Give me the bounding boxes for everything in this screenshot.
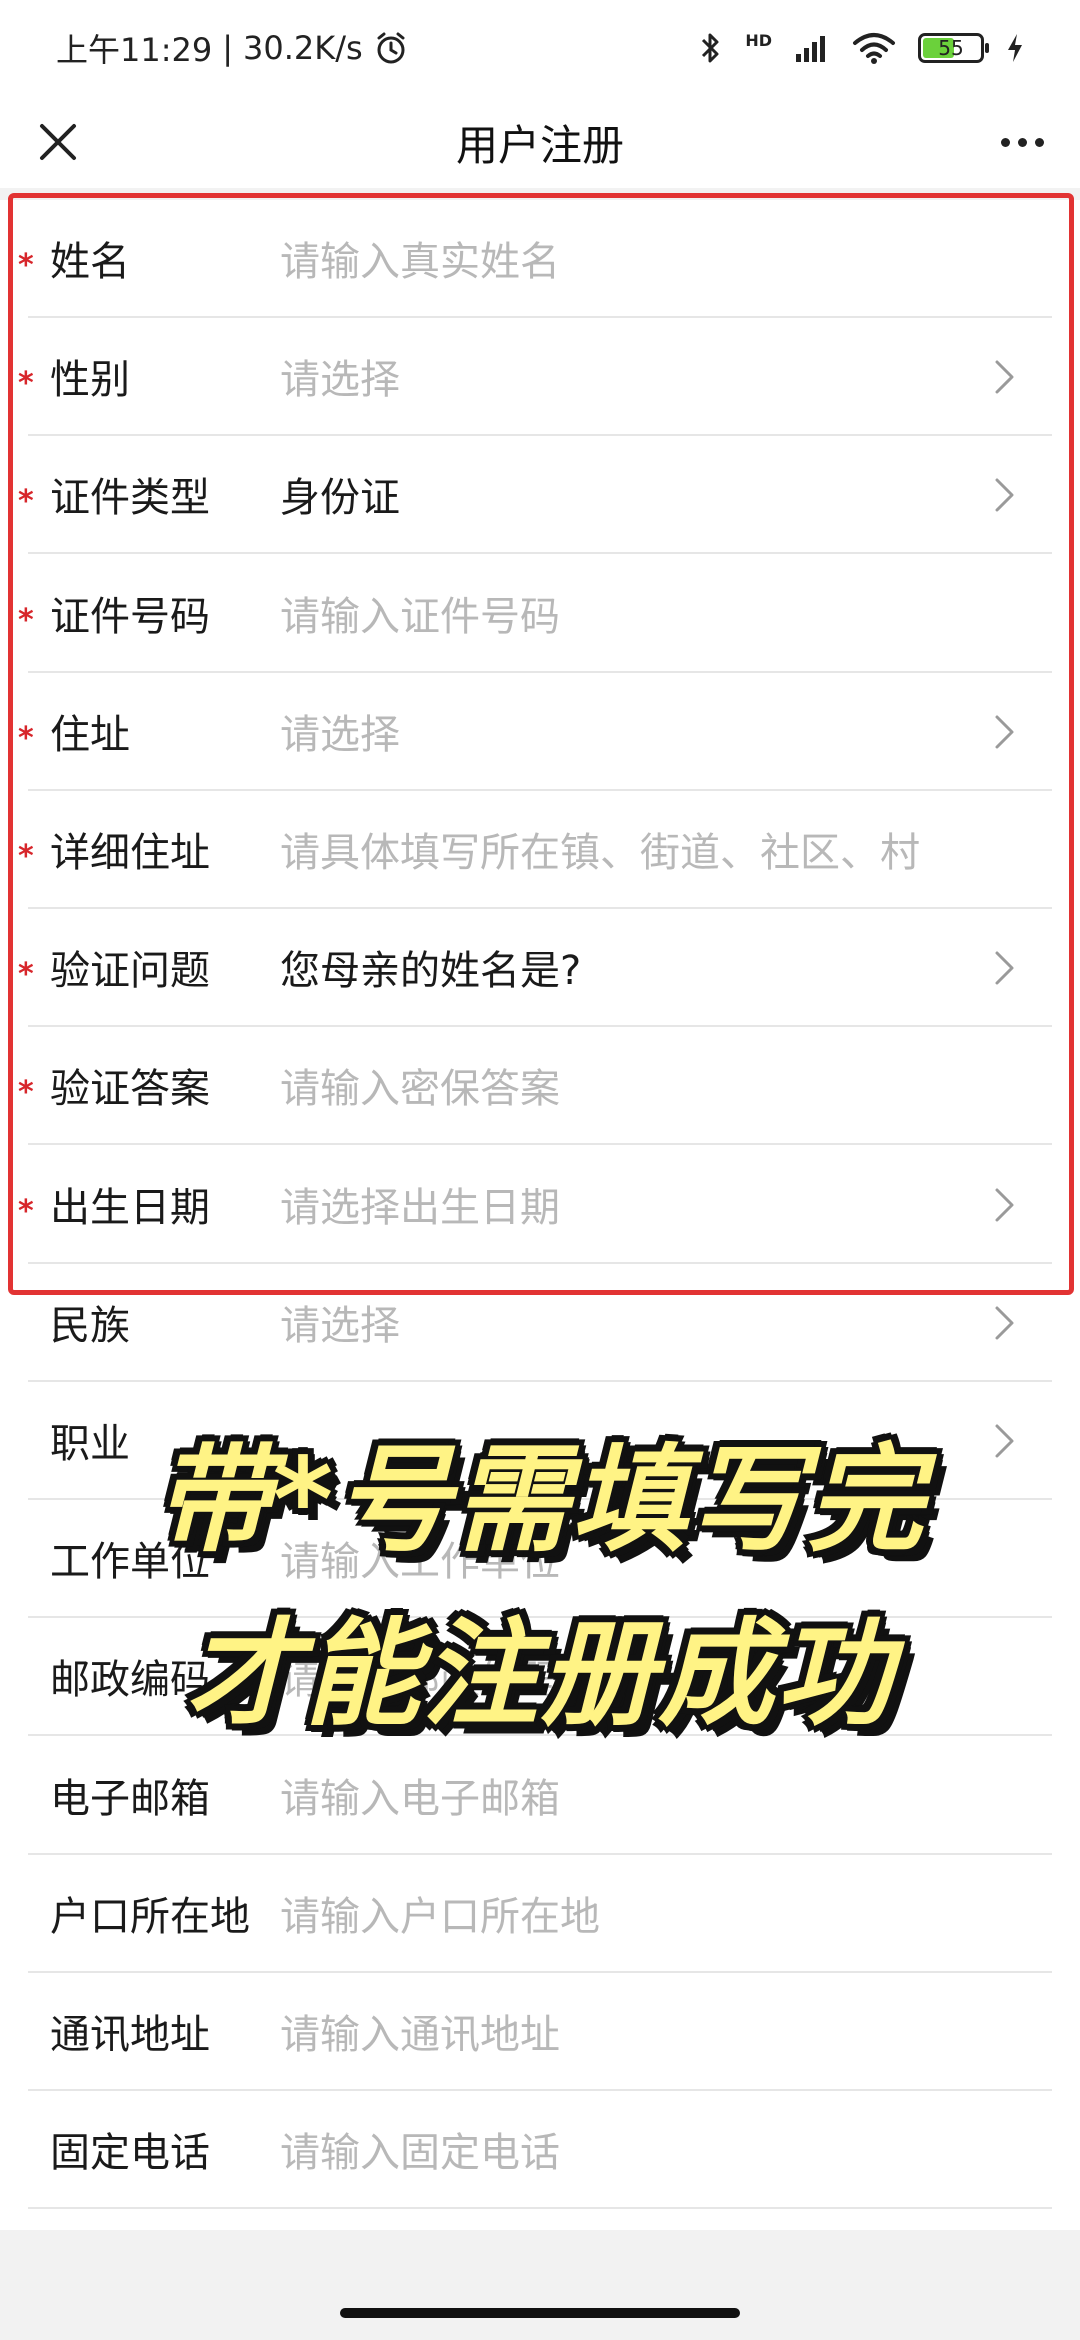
field-label: 住址 (50, 711, 130, 758)
field-input[interactable]: 请输入电子邮箱 (280, 1766, 560, 1824)
field-label: 电子邮箱 (50, 1775, 210, 1822)
field-select[interactable]: 请选择 (280, 1293, 400, 1351)
alarm-icon (377, 32, 405, 64)
field-label: 出生日期 (50, 1184, 210, 1231)
field-input[interactable]: 请具体填写所在镇、街道、社区、村 (280, 820, 920, 878)
required-asterisk: * (18, 248, 34, 283)
field-label: 通讯地址 (50, 2012, 210, 2058)
required-asterisk: * (18, 1075, 34, 1111)
field-label: 户口所在地 (50, 1893, 250, 1940)
bluetooth-icon (702, 33, 719, 63)
form-row[interactable]: * 住址 请选择 (18, 673, 1052, 791)
field-select[interactable]: 您母亲的姓名是? (280, 938, 581, 996)
required-asterisk: * (18, 839, 34, 874)
field-input[interactable]: 请输入证件号码 (280, 584, 560, 642)
form-row[interactable]: 户口所在地 请输入户口所在地 (28, 1855, 1052, 1973)
field-label: 验证答案 (50, 1066, 210, 1113)
more-options-icon[interactable] (994, 114, 1050, 170)
overlay-caption-line1: 带*号需填写完 (154, 1433, 926, 1568)
field-input[interactable]: 请输入密保答案 (280, 1056, 560, 1114)
form-row[interactable]: * 证件类型 身份证 (18, 436, 1052, 555)
required-asterisk: * (18, 366, 34, 402)
battery-icon: 55 (918, 33, 989, 63)
network-type-label: HD (745, 31, 772, 50)
form-row[interactable]: * 详细住址 请具体填写所在镇、街道、社区、村 (18, 791, 1052, 909)
field-select[interactable]: 请选择 (280, 347, 400, 405)
status-right: HD 55 (699, 30, 1024, 66)
form-row[interactable]: 电子邮箱 请输入电子邮箱 (28, 1737, 1052, 1855)
required-asterisk: * (18, 1193, 34, 1229)
more-dot (1000, 137, 1010, 147)
wifi-icon (853, 33, 895, 64)
chevron-right-icon (995, 360, 1014, 394)
status-bar: 上午11:29 | 30.2K/s HD 55 (0, 0, 1080, 96)
field-select[interactable]: 身份证 (280, 465, 400, 523)
status-left: 上午11:29 | 30.2K/s (56, 25, 409, 71)
required-asterisk: * (18, 720, 34, 756)
field-input[interactable]: 请输入通讯地址 (280, 2002, 560, 2060)
form-row[interactable]: * 出生日期 请选择出生日期 (18, 1146, 1052, 1264)
form-row[interactable]: 民族 请选择 (28, 1264, 1052, 1382)
close-icon[interactable] (30, 114, 86, 170)
field-select[interactable]: 请选择出生日期 (280, 1175, 560, 1233)
chevron-right-icon (995, 1306, 1014, 1340)
overlay-caption-line2: 才能注册成功 (186, 1607, 894, 1742)
form-row[interactable]: * 验证问题 您母亲的姓名是? (18, 909, 1052, 1028)
signal-icon (796, 36, 825, 62)
more-dot (1017, 137, 1027, 147)
page-title: 用户注册 (455, 120, 624, 170)
required-asterisk: * (18, 484, 34, 520)
form-row[interactable]: 通讯地址 请输入通讯地址 (28, 1973, 1052, 2091)
required-asterisk: * (18, 602, 34, 638)
form-row[interactable]: 固定电话 请输入固定电话 (28, 2091, 1052, 2210)
nav-bar: 用户注册 (0, 96, 1080, 188)
form-row[interactable]: * 姓名 请输入真实姓名 (18, 200, 1052, 318)
status-time: 上午11:29 (56, 31, 213, 69)
form-row[interactable]: * 验证答案 请输入密保答案 (18, 1027, 1052, 1146)
home-indicator[interactable] (340, 2308, 740, 2318)
status-network-speed: 30.2K/s (243, 29, 363, 67)
field-label: 验证问题 (50, 948, 210, 995)
field-label: 固定电话 (50, 2130, 210, 2177)
chevron-right-icon (995, 715, 1014, 749)
registration-form: * 姓名 请输入真实姓名 * 性别 请选择 * 证件类型 身份证 * 证件号码 请输入证件号码 * 住址请… (0, 200, 1080, 2230)
field-label: 民族 (50, 1302, 130, 1349)
status-separator: | (222, 29, 234, 67)
field-label: 详细住址 (50, 830, 210, 876)
field-input[interactable]: 请输入固定电话 (280, 2120, 560, 2178)
chevron-right-icon (995, 478, 1014, 512)
field-input[interactable]: 请输入户口所在地 (280, 1884, 600, 1942)
field-select[interactable]: 请选择 (280, 702, 400, 760)
battery-level-text: 55 (938, 36, 964, 60)
chevron-right-icon (995, 1188, 1014, 1222)
field-label: 姓名 (50, 239, 130, 285)
form-row[interactable]: * 证件号码 请输入证件号码 (18, 555, 1052, 673)
required-asterisk: * (18, 957, 34, 993)
field-label: 证件类型 (50, 475, 210, 522)
form-row[interactable]: * 性别 请选择 (18, 318, 1052, 437)
more-dot (1034, 137, 1044, 147)
chevron-right-icon (995, 951, 1014, 985)
field-label: 性别 (50, 357, 130, 404)
charging-icon (1008, 34, 1022, 62)
field-input[interactable]: 请输入真实姓名 (280, 229, 560, 287)
field-label: 证件号码 (50, 593, 210, 640)
